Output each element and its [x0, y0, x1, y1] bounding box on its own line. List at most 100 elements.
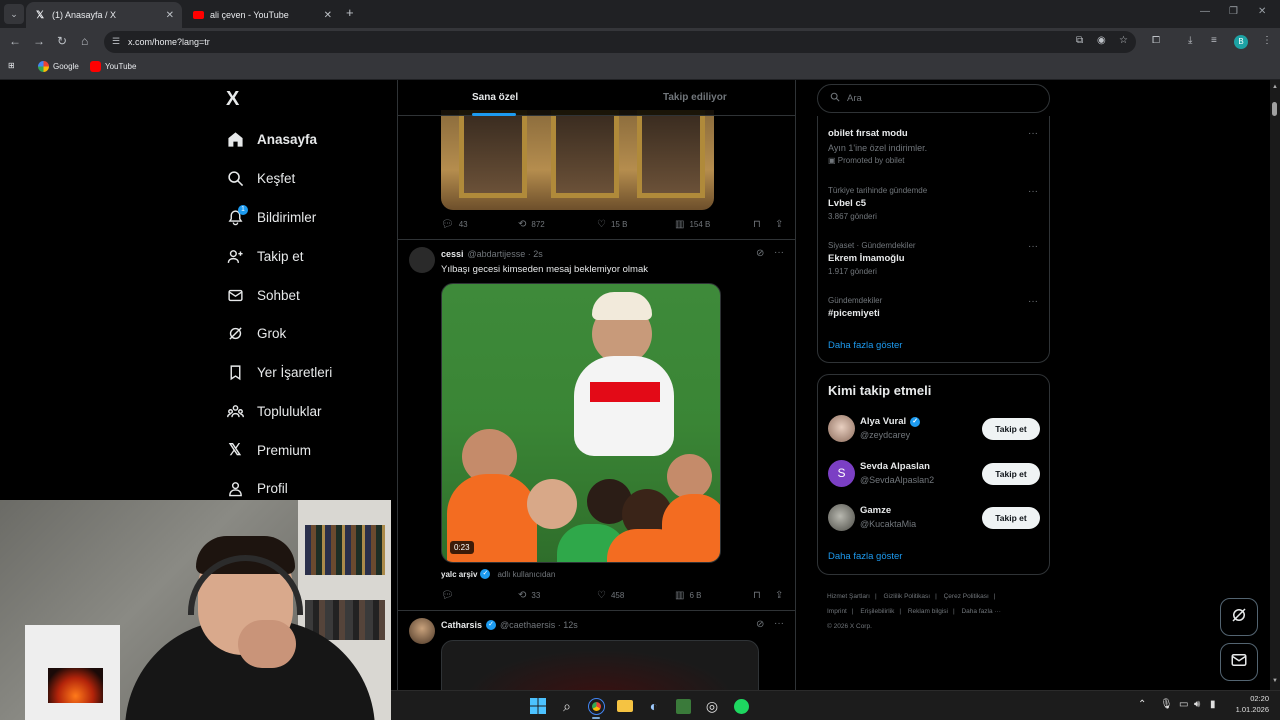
bookmark-google[interactable]: Google: [38, 61, 79, 72]
views-button[interactable]: ▥ 154 B: [675, 219, 710, 230]
nav-explore[interactable]: Keşfet: [226, 166, 295, 190]
author-handle[interactable]: @abdartijesse: [468, 249, 526, 259]
messages-floating-button[interactable]: [1220, 643, 1258, 681]
apps-grid-icon[interactable]: ⊞: [8, 61, 15, 70]
bookmark-button[interactable]: ⊓: [753, 590, 766, 601]
taskbar-search-icon[interactable]: ⌕: [557, 696, 577, 716]
site-info-icon[interactable]: ☰: [112, 36, 120, 47]
follow-button[interactable]: Takip et: [982, 463, 1040, 485]
footer-link[interactable]: Gizlilik Politikası: [884, 593, 931, 600]
author-name[interactable]: cessi: [441, 249, 464, 259]
avatar[interactable]: [828, 504, 855, 531]
bookmark-star-icon[interactable]: ☆: [1119, 35, 1128, 46]
restore-icon[interactable]: ❐: [1229, 6, 1238, 17]
share-button[interactable]: ⇪: [775, 590, 788, 601]
scroll-thumb[interactable]: [1272, 102, 1277, 116]
scroll-down-icon[interactable]: ▼: [1272, 678, 1278, 684]
network-icon[interactable]: ▭: [1179, 699, 1188, 710]
back-icon[interactable]: ←: [9, 34, 21, 48]
reload-icon[interactable]: ↻: [57, 34, 67, 48]
nav-grok[interactable]: Grok: [226, 321, 286, 345]
nav-bookmarks[interactable]: Yer İşaretleri: [226, 360, 332, 384]
nav-profile[interactable]: Profil: [226, 476, 288, 500]
avatar[interactable]: S: [828, 460, 855, 487]
views-button[interactable]: ▥ 6 B: [675, 590, 701, 601]
like-button[interactable]: ♡ 458: [597, 590, 624, 601]
menu-kebab-icon[interactable]: ⋮: [1262, 35, 1272, 46]
search-input[interactable]: Ara: [817, 84, 1050, 113]
retweet-button[interactable]: ⟲ 33: [518, 590, 540, 601]
forward-icon[interactable]: →: [33, 34, 45, 48]
tweet-time[interactable]: 12s: [563, 620, 578, 630]
profile-avatar[interactable]: B: [1234, 35, 1248, 49]
reply-button[interactable]: 💬︎ 43: [441, 219, 468, 230]
trend-item[interactable]: Siyaset · Gündemdekiler Ekrem İmamoğlu 1…: [828, 241, 1038, 276]
footer-link[interactable]: Erişilebilirlik: [860, 608, 894, 615]
browser-tab-youtube[interactable]: ali çeven - YouTube ✕: [184, 2, 340, 28]
minimize-icon[interactable]: —: [1200, 6, 1210, 17]
nav-follow[interactable]: Takip et: [226, 244, 304, 268]
page-scrollbar[interactable]: ▲ ▼: [1270, 80, 1280, 690]
address-bar[interactable]: ☰ x.com/home?lang=tr: [104, 31, 1136, 53]
footer-link[interactable]: Reklam bilgisi: [908, 608, 948, 615]
tray-overflow-icon[interactable]: ⌃: [1138, 699, 1146, 710]
tweet-time[interactable]: 2s: [533, 249, 543, 259]
author-name[interactable]: Catharsis: [441, 620, 482, 630]
grok-floating-button[interactable]: [1220, 598, 1258, 636]
home-icon[interactable]: ⌂: [81, 34, 88, 48]
trend-item[interactable]: obilet fırsat modu Ayın 1'ine özel indir…: [828, 128, 1038, 165]
more-icon[interactable]: ···: [1028, 186, 1038, 197]
battery-icon[interactable]: ▮: [1210, 699, 1216, 710]
close-tab-icon[interactable]: ✕: [324, 10, 332, 21]
app-icon[interactable]: [673, 696, 693, 716]
tab-search-button[interactable]: ⌄: [4, 4, 24, 24]
footer-link[interactable]: Hizmet Şartları: [827, 593, 870, 600]
avatar[interactable]: [409, 618, 435, 644]
share-button[interactable]: ⇪: [775, 219, 788, 230]
tab-following[interactable]: Takip ediliyor: [663, 92, 727, 103]
avatar[interactable]: [409, 247, 435, 273]
new-tab-icon[interactable]: +: [346, 5, 354, 20]
grok-icon[interactable]: ⊘: [756, 248, 764, 259]
nav-premium[interactable]: 𝕏 Premium: [226, 438, 311, 462]
browser-tab-x[interactable]: 𝕏 (1) Anasayfa / X ✕: [26, 2, 182, 28]
follow-button[interactable]: Takip et: [982, 507, 1040, 529]
microphone-icon[interactable]: 🎙︎: [1160, 699, 1173, 710]
more-icon[interactable]: ···: [1028, 128, 1038, 139]
trend-item[interactable]: Gündemdekiler #picemiyeti ···: [828, 296, 1038, 319]
tab-for-you[interactable]: Sana özel: [472, 92, 518, 103]
scroll-up-icon[interactable]: ▲: [1272, 84, 1278, 90]
x-logo[interactable]: X: [226, 88, 239, 111]
file-explorer-icon[interactable]: [615, 696, 635, 716]
media-control-icon[interactable]: ≡: [1211, 35, 1217, 46]
follow-show-more-link[interactable]: Daha fazla göster: [828, 551, 902, 562]
trend-item[interactable]: Türkiye tarihinde gündemde Lvbel c5 3.86…: [828, 186, 1038, 221]
spotify-icon[interactable]: [731, 696, 751, 716]
follow-suggestion[interactable]: Alya Vural ✓ @zeydcarey Takip et: [828, 414, 1040, 444]
like-button[interactable]: ♡ 15 B: [597, 219, 627, 230]
downloads-icon[interactable]: ⤓: [1188, 35, 1192, 46]
volume-icon[interactable]: 🔊︎: [1194, 699, 1200, 710]
windows-start-icon[interactable]: [528, 696, 548, 716]
tracking-eye-icon[interactable]: ◉: [1097, 35, 1106, 46]
source-name[interactable]: yalc arşiv: [441, 570, 477, 579]
chrome-icon[interactable]: [586, 696, 606, 716]
steam-icon[interactable]: ◐: [644, 696, 664, 716]
nav-chat[interactable]: Sohbet: [226, 283, 300, 307]
extensions-icon[interactable]: ⧠: [1152, 35, 1160, 46]
more-icon[interactable]: ···: [1028, 296, 1038, 307]
avatar[interactable]: [828, 415, 855, 442]
install-app-icon[interactable]: ⧉: [1076, 35, 1083, 46]
nav-home[interactable]: Anasayfa: [226, 127, 317, 151]
trends-show-more-link[interactable]: Daha fazla göster: [828, 340, 902, 351]
bookmark-button[interactable]: ⊓: [753, 219, 766, 230]
follow-button[interactable]: Takip et: [982, 418, 1040, 440]
close-window-icon[interactable]: ✕: [1258, 6, 1266, 17]
more-icon[interactable]: ···: [774, 618, 784, 629]
footer-link[interactable]: Daha fazla ···: [961, 608, 1000, 615]
nav-communities[interactable]: Topluluklar: [226, 399, 322, 423]
more-icon[interactable]: ···: [1028, 241, 1038, 252]
bookmark-youtube[interactable]: YouTube: [90, 61, 136, 72]
tweet-image[interactable]: [441, 110, 714, 210]
grok-icon[interactable]: ⊘: [756, 619, 764, 630]
